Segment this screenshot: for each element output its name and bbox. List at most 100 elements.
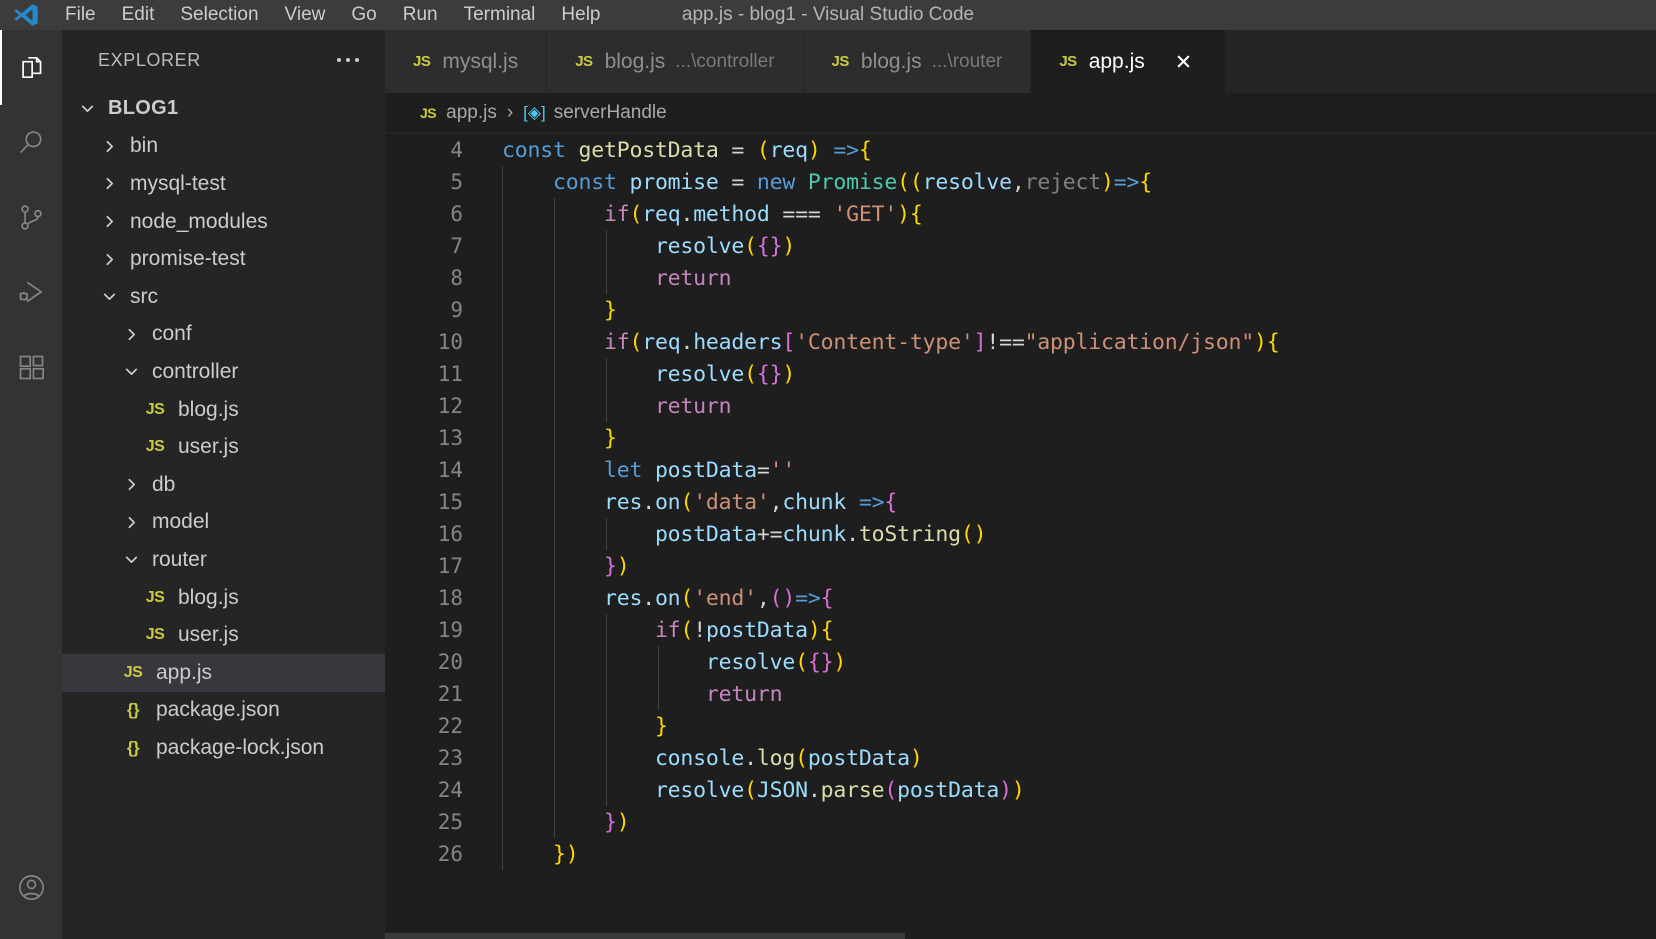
activity-source-control[interactable] [0, 180, 62, 255]
tree-item-router[interactable]: router [62, 541, 385, 579]
code-line[interactable]: 22 } [385, 710, 1656, 742]
tree-item-db[interactable]: db [62, 466, 385, 504]
tree-item-user-js[interactable]: JS user.js [62, 616, 385, 654]
code-text[interactable]: const getPostData = (req) =>{ [467, 138, 872, 163]
tree-item-blog-js[interactable]: JS blog.js [62, 579, 385, 617]
chevron-right-icon[interactable] [96, 171, 122, 197]
activity-run-and-debug[interactable] [0, 255, 62, 330]
editor-tab-mysql-js[interactable]: JS mysql.js [385, 30, 548, 93]
code-line[interactable]: 9 } [385, 294, 1656, 326]
chevron-down-icon[interactable] [118, 359, 144, 385]
editor-tab-app-js[interactable]: JS app.js [1031, 30, 1226, 93]
breadcrumb[interactable]: JS app.js › [◈] serverHandle [385, 93, 1656, 132]
code-text[interactable]: return [467, 394, 732, 419]
code-line[interactable]: 15 res.on('data',chunk =>{ [385, 486, 1656, 518]
chevron-right-icon[interactable] [96, 133, 122, 159]
code-line[interactable]: 12 return [385, 390, 1656, 422]
code-lines[interactable]: 4 const getPostData = (req) =>{5 const pr… [385, 132, 1656, 870]
tree-item-package-json[interactable]: {} package.json [62, 692, 385, 730]
code-line[interactable]: 20 resolve({}) [385, 646, 1656, 678]
tree-item-mysql-test[interactable]: mysql-test [62, 165, 385, 203]
activity-search[interactable] [0, 105, 62, 180]
code-text[interactable]: resolve({}) [467, 234, 795, 259]
code-text[interactable]: postData+=chunk.toString() [467, 522, 987, 547]
code-line[interactable]: 14 let postData='' [385, 454, 1656, 486]
code-text[interactable]: const promise = new Promise((resolve,rej… [467, 170, 1152, 195]
code-line[interactable]: 6 if(req.method === 'GET'){ [385, 198, 1656, 230]
code-line[interactable]: 16 postData+=chunk.toString() [385, 518, 1656, 550]
code-line[interactable]: 11 resolve({}) [385, 358, 1656, 390]
tree-item-blog1[interactable]: BLOG1 [62, 90, 385, 128]
menu-selection[interactable]: Selection [167, 0, 271, 30]
menu-edit[interactable]: Edit [109, 0, 168, 30]
menu-view[interactable]: View [272, 0, 339, 30]
editor-tab-blog-js-controller[interactable]: JS blog.js ...\controller [547, 30, 804, 93]
tree-item-package-lock-json[interactable]: {} package-lock.json [62, 729, 385, 767]
tree-item-src[interactable]: src [62, 278, 385, 316]
chevron-right-icon[interactable] [118, 321, 144, 347]
code-text[interactable]: if(req.method === 'GET'){ [467, 202, 923, 227]
code-text[interactable]: }) [467, 842, 579, 867]
menu-file[interactable]: File [52, 0, 109, 30]
code-editor[interactable]: 4 const getPostData = (req) =>{5 const pr… [385, 132, 1656, 939]
chevron-right-icon[interactable] [96, 246, 122, 272]
code-line[interactable]: 21 return [385, 678, 1656, 710]
code-text[interactable]: resolve({}) [467, 362, 795, 387]
code-text[interactable]: res.on('end',()=>{ [467, 586, 834, 611]
code-text[interactable]: let postData='' [467, 458, 795, 483]
code-text[interactable]: } [467, 298, 617, 323]
menu-run[interactable]: Run [390, 0, 451, 30]
code-text[interactable]: }) [467, 810, 630, 835]
menu-help[interactable]: Help [548, 0, 613, 30]
code-line[interactable]: 18 res.on('end',()=>{ [385, 582, 1656, 614]
menu-bar[interactable]: File Edit Selection View Go Run Terminal… [52, 0, 614, 30]
menu-terminal[interactable]: Terminal [451, 0, 549, 30]
tree-item-blog-js[interactable]: JS blog.js [62, 391, 385, 429]
activity-accounts[interactable] [0, 850, 62, 925]
code-line[interactable]: 25 }) [385, 806, 1656, 838]
code-line[interactable]: 17 }) [385, 550, 1656, 582]
code-text[interactable]: }) [467, 554, 630, 579]
code-text[interactable]: } [467, 426, 617, 451]
tree-item-node-modules[interactable]: node_modules [62, 203, 385, 241]
menu-go[interactable]: Go [338, 0, 389, 30]
editor-tab-blog-js-router[interactable]: JS blog.js ...\router [803, 30, 1032, 93]
editor-tab-bar[interactable]: JS mysql.js JS blog.js ...\controller JS blog.… [385, 30, 1656, 93]
code-text[interactable]: if(!postData){ [467, 618, 834, 643]
close-icon[interactable] [1171, 49, 1197, 75]
tree-item-app-js[interactable]: JS app.js [62, 653, 385, 692]
code-line[interactable]: 4 const getPostData = (req) =>{ [385, 134, 1656, 166]
tree-item-conf[interactable]: conf [62, 316, 385, 354]
code-text[interactable]: resolve({}) [467, 650, 846, 675]
code-line[interactable]: 13 } [385, 422, 1656, 454]
code-line[interactable]: 10 if(req.headers['Content-type']!=="app… [385, 326, 1656, 358]
breadcrumb-symbol[interactable]: serverHandle [554, 102, 667, 124]
code-text[interactable]: resolve(JSON.parse(postData)) [467, 778, 1025, 803]
tree-item-user-js[interactable]: JS user.js [62, 428, 385, 466]
code-line[interactable]: 7 resolve({}) [385, 230, 1656, 262]
code-line[interactable]: 24 resolve(JSON.parse(postData)) [385, 774, 1656, 806]
chevron-right-icon[interactable] [118, 509, 144, 535]
code-line[interactable]: 19 if(!postData){ [385, 614, 1656, 646]
file-tree[interactable]: BLOG1 bin mysql-test node_modules promise-te… [62, 90, 385, 939]
chevron-down-icon[interactable] [96, 284, 122, 310]
breadcrumb-file[interactable]: app.js [446, 102, 497, 124]
code-text[interactable]: return [467, 266, 732, 291]
activity-extensions[interactable] [0, 330, 62, 405]
tree-item-controller[interactable]: controller [62, 353, 385, 391]
activity-explorer[interactable] [0, 30, 62, 105]
tree-item-promise-test[interactable]: promise-test [62, 240, 385, 278]
horizontal-scrollbar[interactable] [385, 933, 1656, 939]
chevron-down-icon[interactable] [74, 96, 100, 122]
code-line[interactable]: 5 const promise = new Promise((resolve,r… [385, 166, 1656, 198]
tree-item-model[interactable]: model [62, 504, 385, 542]
code-line[interactable]: 8 return [385, 262, 1656, 294]
chevron-down-icon[interactable] [118, 547, 144, 573]
code-text[interactable]: return [467, 682, 783, 707]
tree-item-bin[interactable]: bin [62, 128, 385, 166]
code-text[interactable]: } [467, 714, 668, 739]
code-line[interactable]: 26 }) [385, 838, 1656, 870]
code-text[interactable]: console.log(postData) [467, 746, 923, 771]
chevron-right-icon[interactable] [96, 209, 122, 235]
code-text[interactable]: res.on('data',chunk =>{ [467, 490, 897, 515]
